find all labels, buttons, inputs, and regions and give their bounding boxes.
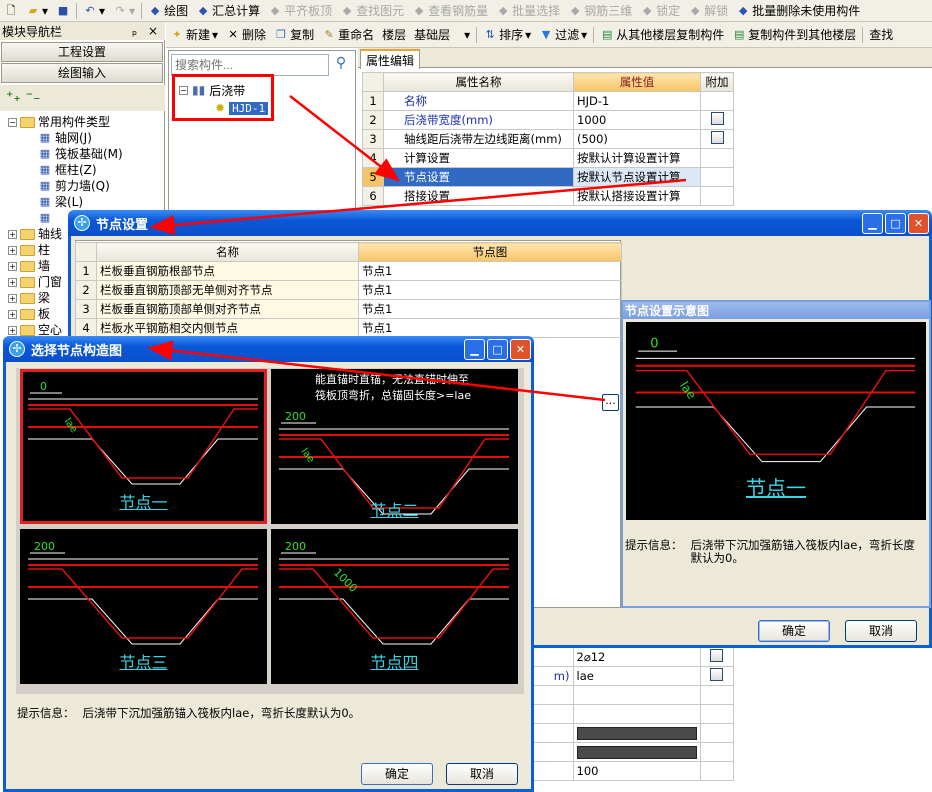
arrow-to-choose-dialog [147, 340, 606, 402]
arrow-to-node-dialog [149, 178, 687, 235]
arrow-to-node-setting [289, 95, 400, 182]
annotation-arrows [147, 95, 687, 402]
